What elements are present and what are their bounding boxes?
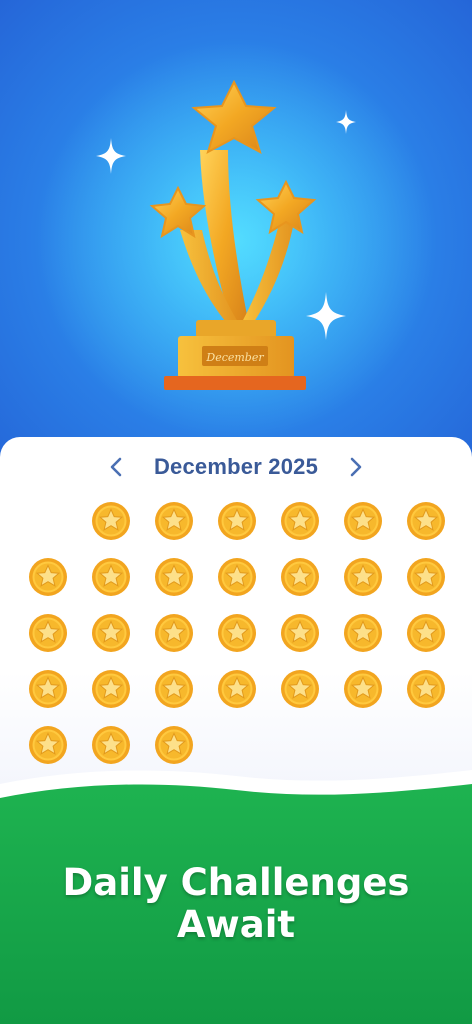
tagline: Daily Challenges Await (0, 862, 472, 946)
day-cell[interactable] (16, 605, 79, 661)
day-cell[interactable] (331, 661, 394, 717)
month-title: December 2025 (153, 454, 319, 479)
star-coin-icon (217, 558, 256, 596)
day-cell[interactable] (331, 605, 394, 661)
footer-banner: Daily Challenges Await (0, 770, 472, 1024)
day-cell[interactable] (394, 493, 457, 549)
day-cell[interactable] (142, 549, 205, 605)
star-coin-icon (91, 614, 130, 652)
day-cell[interactable] (268, 605, 331, 661)
star-coin-icon (280, 558, 319, 596)
day-cell[interactable] (331, 493, 394, 549)
day-cell[interactable] (205, 605, 268, 661)
star-coin-icon (406, 502, 445, 540)
star-coin-icon (343, 614, 382, 652)
star-coin-icon (154, 558, 193, 596)
star-coin-icon (343, 670, 382, 708)
star-coin-icon (28, 670, 67, 708)
star-coin-icon (217, 614, 256, 652)
star-coin-icon (154, 502, 193, 540)
day-cell[interactable] (142, 605, 205, 661)
day-cell[interactable] (142, 661, 205, 717)
day-cell[interactable] (16, 549, 79, 605)
day-cell[interactable] (16, 661, 79, 717)
day-cell[interactable] (268, 661, 331, 717)
day-cell[interactable] (79, 717, 142, 773)
tagline-line-1: Daily Challenges (62, 861, 410, 904)
day-cell[interactable] (142, 717, 205, 773)
trophy-plaque-text: December (205, 351, 264, 364)
day-cell[interactable] (268, 493, 331, 549)
star-coin-icon (280, 502, 319, 540)
star-coin-icon (91, 670, 130, 708)
star-coin-icon (91, 558, 130, 596)
star-coin-icon (28, 558, 67, 596)
day-cell[interactable] (205, 493, 268, 549)
day-cell[interactable] (205, 661, 268, 717)
star-coin-icon (343, 558, 382, 596)
day-cell[interactable] (79, 605, 142, 661)
chevron-left-icon (110, 457, 122, 477)
day-cell[interactable] (268, 549, 331, 605)
tagline-line-2: Await (176, 903, 296, 946)
star-coin-icon (28, 614, 67, 652)
month-navigation: December 2025 (0, 449, 472, 485)
star-coin-icon (154, 614, 193, 652)
chevron-right-icon (350, 457, 362, 477)
star-coin-icon (280, 670, 319, 708)
day-cell[interactable] (394, 549, 457, 605)
star-coin-icon (91, 502, 130, 540)
star-coin-icon (154, 670, 193, 708)
next-month-button[interactable] (344, 453, 368, 481)
star-coin-icon (217, 502, 256, 540)
star-coin-icon (154, 726, 193, 764)
day-cell[interactable] (394, 605, 457, 661)
day-cell[interactable] (16, 717, 79, 773)
prev-month-button[interactable] (104, 453, 128, 481)
day-cell[interactable] (205, 549, 268, 605)
day-cell[interactable] (142, 493, 205, 549)
hero-banner: December (0, 0, 472, 470)
day-cell[interactable] (394, 661, 457, 717)
star-coin-icon (280, 614, 319, 652)
day-cell[interactable] (79, 661, 142, 717)
calendar-grid (16, 493, 456, 773)
day-cell[interactable] (79, 549, 142, 605)
day-cell[interactable] (331, 549, 394, 605)
star-coin-icon (28, 726, 67, 764)
star-coin-icon (406, 670, 445, 708)
empty-day-cell (16, 493, 79, 549)
day-cell[interactable] (79, 493, 142, 549)
star-coin-icon (343, 502, 382, 540)
star-coin-icon (91, 726, 130, 764)
star-coin-icon (217, 670, 256, 708)
sparkle-icon (96, 138, 126, 174)
star-coin-icon (406, 614, 445, 652)
star-coin-icon (406, 558, 445, 596)
trophy-icon: December (149, 79, 317, 390)
